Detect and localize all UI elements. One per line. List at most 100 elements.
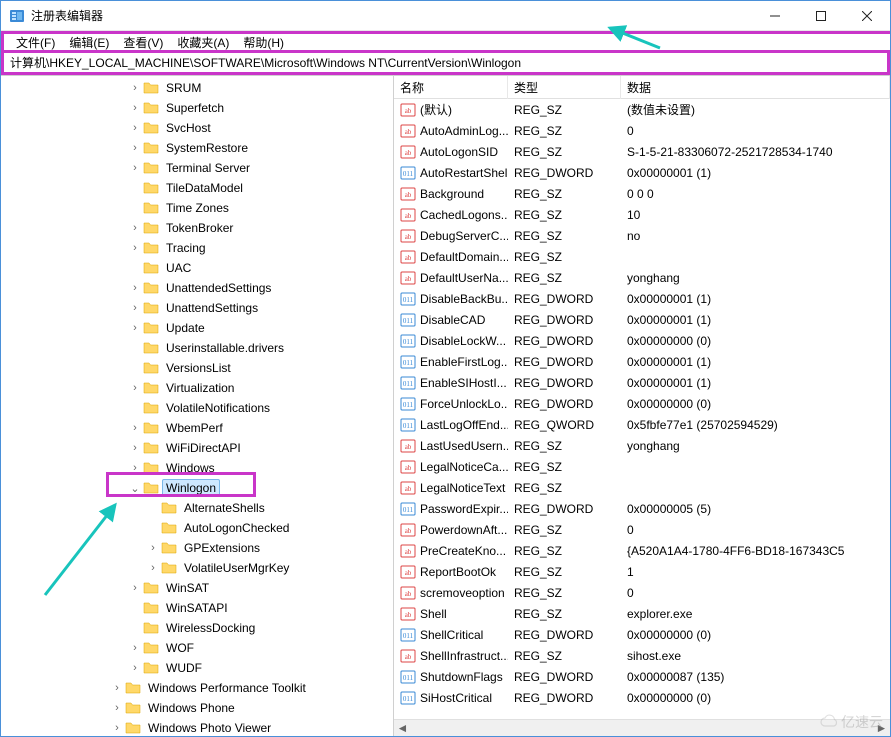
expand-icon[interactable]: ›: [127, 302, 143, 314]
value-row[interactable]: 011EnableFirstLog...REG_DWORD0x00000001 …: [394, 351, 890, 372]
tree-node[interactable]: ›WUDF: [1, 658, 393, 678]
tree-node[interactable]: Userinstallable.drivers: [1, 338, 393, 358]
value-row[interactable]: 011ShellCriticalREG_DWORD0x00000000 (0): [394, 624, 890, 645]
address-bar[interactable]: 计算机\HKEY_LOCAL_MACHINE\SOFTWARE\Microsof…: [1, 53, 890, 75]
value-row[interactable]: 011LastLogOffEnd...REG_QWORD0x5fbfe77e1 …: [394, 414, 890, 435]
tree-node[interactable]: AlternateShells: [1, 498, 393, 518]
expand-icon[interactable]: ›: [109, 682, 125, 694]
value-row[interactable]: abscremoveoptionREG_SZ0: [394, 582, 890, 603]
expand-icon[interactable]: ›: [127, 122, 143, 134]
value-row[interactable]: 011DisableBackBu...REG_DWORD0x00000001 (…: [394, 288, 890, 309]
expand-icon[interactable]: ›: [127, 242, 143, 254]
value-row[interactable]: abBackgroundREG_SZ0 0 0: [394, 183, 890, 204]
tree-node[interactable]: ›WbemPerf: [1, 418, 393, 438]
value-row[interactable]: abAutoLogonSIDREG_SZS-1-5-21-83306072-25…: [394, 141, 890, 162]
value-row[interactable]: abLegalNoticeCa...REG_SZ: [394, 456, 890, 477]
value-row[interactable]: abReportBootOkREG_SZ1: [394, 561, 890, 582]
value-row[interactable]: 011SiHostCriticalREG_DWORD0x00000000 (0): [394, 687, 890, 708]
expand-icon[interactable]: ›: [127, 82, 143, 94]
tree-node[interactable]: ›SRUM: [1, 78, 393, 98]
tree-node[interactable]: ›GPExtensions: [1, 538, 393, 558]
expand-icon[interactable]: ›: [127, 142, 143, 154]
close-button[interactable]: [844, 1, 890, 31]
tree-node[interactable]: WinSATAPI: [1, 598, 393, 618]
expand-icon[interactable]: ›: [127, 102, 143, 114]
value-row[interactable]: 011DisableCADREG_DWORD0x00000001 (1): [394, 309, 890, 330]
value-row[interactable]: abPreCreateKno...REG_SZ{A520A1A4-1780-4F…: [394, 540, 890, 561]
tree-node[interactable]: ›Tracing: [1, 238, 393, 258]
tree-node[interactable]: ›SvcHost: [1, 118, 393, 138]
tree-node[interactable]: WirelessDocking: [1, 618, 393, 638]
tree-node[interactable]: ⌄Winlogon: [1, 478, 393, 498]
value-row[interactable]: abDefaultUserNa...REG_SZyonghang: [394, 267, 890, 288]
tree-node[interactable]: ›WinSAT: [1, 578, 393, 598]
expand-icon[interactable]: ›: [109, 722, 125, 734]
expand-icon[interactable]: ›: [127, 422, 143, 434]
tree-node[interactable]: ›TokenBroker: [1, 218, 393, 238]
value-row[interactable]: abShellREG_SZexplorer.exe: [394, 603, 890, 624]
value-row[interactable]: abShellInfrastruct...REG_SZsihost.exe: [394, 645, 890, 666]
value-row[interactable]: 011DisableLockW...REG_DWORD0x00000000 (0…: [394, 330, 890, 351]
value-row[interactable]: ab(默认)REG_SZ(数值未设置): [394, 99, 890, 120]
tree-node[interactable]: ›WiFiDirectAPI: [1, 438, 393, 458]
column-name[interactable]: 名称: [394, 76, 508, 99]
tree-node[interactable]: Time Zones: [1, 198, 393, 218]
menu-favorites[interactable]: 收藏夹(A): [171, 32, 235, 53]
tree-node[interactable]: ›WOF: [1, 638, 393, 658]
tree-node[interactable]: VolatileNotifications: [1, 398, 393, 418]
expand-icon[interactable]: ›: [127, 382, 143, 394]
value-row[interactable]: abDebugServerC...REG_SZno: [394, 225, 890, 246]
value-row[interactable]: abCachedLogons...REG_SZ10: [394, 204, 890, 225]
tree-node[interactable]: TileDataModel: [1, 178, 393, 198]
expand-icon[interactable]: ›: [127, 222, 143, 234]
tree-node[interactable]: ›Virtualization: [1, 378, 393, 398]
expand-icon[interactable]: ›: [127, 662, 143, 674]
tree-node[interactable]: ›Windows Photo Viewer: [1, 718, 393, 736]
tree-node[interactable]: ›Windows Performance Toolkit: [1, 678, 393, 698]
expand-icon[interactable]: ›: [109, 702, 125, 714]
menu-file[interactable]: 文件(F): [10, 32, 61, 53]
value-row[interactable]: 011AutoRestartShellREG_DWORD0x00000001 (…: [394, 162, 890, 183]
tree-node[interactable]: ›Superfetch: [1, 98, 393, 118]
value-row[interactable]: 011PasswordExpir...REG_DWORD0x00000005 (…: [394, 498, 890, 519]
tree-node[interactable]: ›Windows Phone: [1, 698, 393, 718]
value-row[interactable]: abLastUsedUsern...REG_SZyonghang: [394, 435, 890, 456]
tree-node[interactable]: ›VolatileUserMgrKey: [1, 558, 393, 578]
tree-node[interactable]: ›UnattendSettings: [1, 298, 393, 318]
value-row[interactable]: abAutoAdminLog...REG_SZ0: [394, 120, 890, 141]
tree-node[interactable]: ›SystemRestore: [1, 138, 393, 158]
expand-icon[interactable]: ›: [127, 322, 143, 334]
values-list[interactable]: ab(默认)REG_SZ(数值未设置)abAutoAdminLog...REG_…: [394, 99, 890, 719]
tree-node[interactable]: ›UnattendedSettings: [1, 278, 393, 298]
expand-icon[interactable]: ›: [145, 562, 161, 574]
tree-node[interactable]: UAC: [1, 258, 393, 278]
value-row[interactable]: abDefaultDomain...REG_SZ: [394, 246, 890, 267]
maximize-button[interactable]: [798, 1, 844, 31]
column-data[interactable]: 数据: [621, 76, 890, 99]
tree-node[interactable]: ›Update: [1, 318, 393, 338]
expand-icon[interactable]: ›: [127, 162, 143, 174]
scroll-left-icon[interactable]: ◄: [394, 720, 411, 737]
expand-icon[interactable]: ›: [127, 462, 143, 474]
column-type[interactable]: 类型: [508, 76, 621, 99]
menu-view[interactable]: 查看(V): [117, 32, 169, 53]
value-row[interactable]: 011EnableSIHostI...REG_DWORD0x00000001 (…: [394, 372, 890, 393]
collapse-icon[interactable]: ⌄: [127, 482, 143, 495]
minimize-button[interactable]: [752, 1, 798, 31]
value-row[interactable]: abPowerdownAft...REG_SZ0: [394, 519, 890, 540]
expand-icon[interactable]: ›: [127, 442, 143, 454]
expand-icon[interactable]: ›: [127, 642, 143, 654]
menu-edit[interactable]: 编辑(E): [63, 32, 115, 53]
tree-node[interactable]: AutoLogonChecked: [1, 518, 393, 538]
value-row[interactable]: 011ForceUnlockLo...REG_DWORD0x00000000 (…: [394, 393, 890, 414]
horizontal-scrollbar[interactable]: ◄ ►: [394, 719, 890, 736]
tree-node[interactable]: VersionsList: [1, 358, 393, 378]
menu-help[interactable]: 帮助(H): [237, 32, 290, 53]
tree-node[interactable]: ›Windows: [1, 458, 393, 478]
tree-pane[interactable]: ›SRUM›Superfetch›SvcHost›SystemRestore›T…: [1, 76, 394, 736]
value-row[interactable]: abLegalNoticeTextREG_SZ: [394, 477, 890, 498]
tree-node[interactable]: ›Terminal Server: [1, 158, 393, 178]
value-row[interactable]: 011ShutdownFlagsREG_DWORD0x00000087 (135…: [394, 666, 890, 687]
expand-icon[interactable]: ›: [127, 582, 143, 594]
expand-icon[interactable]: ›: [127, 282, 143, 294]
